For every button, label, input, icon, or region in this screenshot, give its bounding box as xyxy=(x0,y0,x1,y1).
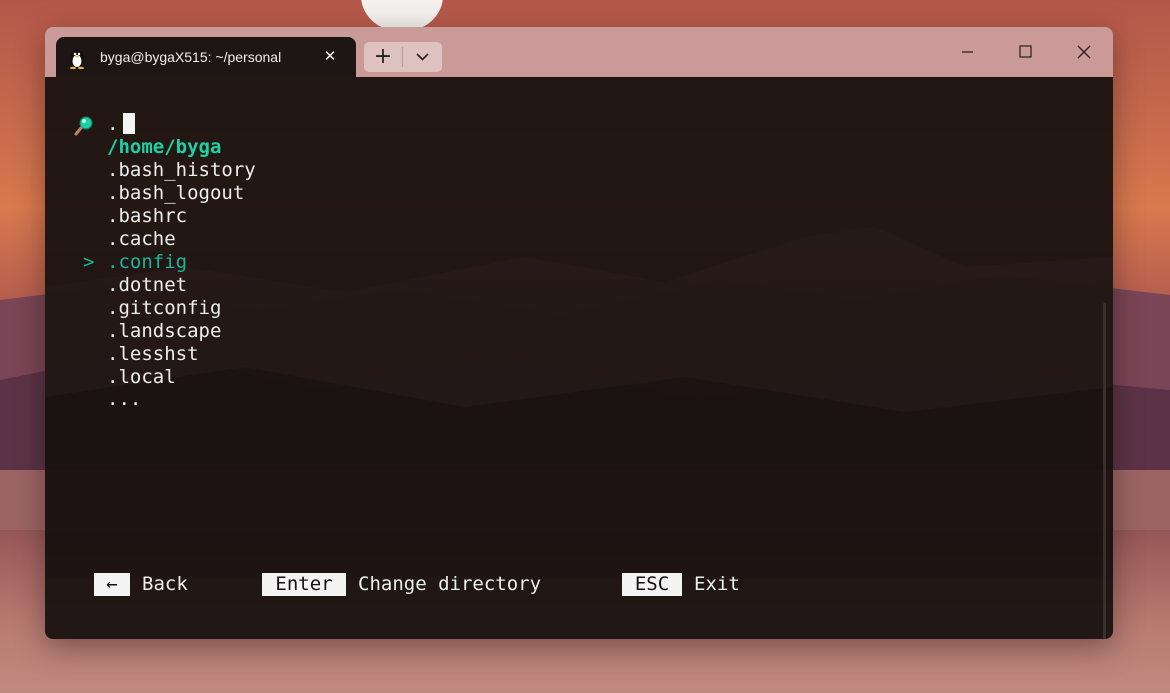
maximize-button[interactable] xyxy=(1002,35,1048,69)
list-item[interactable]: .lesshst xyxy=(107,343,199,366)
back-key: ← xyxy=(94,573,130,596)
minimize-icon xyxy=(962,51,973,53)
profiles-dropdown-button[interactable] xyxy=(403,42,442,72)
terminal-tab[interactable]: byga@bygaX515: ~/personal ✕ xyxy=(56,37,356,77)
list-item[interactable]: .bash_logout xyxy=(107,182,244,205)
new-tab-group: + xyxy=(364,42,442,72)
new-tab-button[interactable]: + xyxy=(364,42,402,72)
maximize-icon xyxy=(1019,45,1032,58)
scrollbar[interactable] xyxy=(1103,303,1106,639)
enter-label: Change directory xyxy=(358,573,542,595)
selection-marker: > xyxy=(83,251,95,273)
background-mountains xyxy=(45,227,1113,577)
list-item-selected[interactable]: .config xyxy=(107,251,187,274)
prompt-line[interactable]: . xyxy=(107,113,136,136)
search-icon xyxy=(74,116,93,136)
back-label: Back xyxy=(142,573,188,595)
list-item[interactable]: .bashrc xyxy=(107,205,187,228)
terminal-window: byga@bygaX515: ~/personal ✕ + . /home/by… xyxy=(45,27,1113,639)
esc-key: ESC xyxy=(622,573,682,596)
list-item[interactable]: .gitconfig xyxy=(107,297,221,320)
prompt-text: . xyxy=(107,113,119,135)
minimize-button[interactable] xyxy=(944,35,990,69)
list-item[interactable]: .dotnet xyxy=(107,274,187,297)
list-item[interactable]: .cache xyxy=(107,228,176,251)
more-indicator: ... xyxy=(107,388,142,410)
list-item[interactable]: .landscape xyxy=(107,320,221,343)
current-directory: /home/byga xyxy=(107,136,222,158)
chevron-down-icon xyxy=(416,53,429,61)
list-item[interactable]: .bash_history xyxy=(107,159,256,182)
close-tab-button[interactable]: ✕ xyxy=(319,45,341,67)
title-bar: byga@bygaX515: ~/personal ✕ + xyxy=(45,27,1113,77)
close-window-button[interactable] xyxy=(1061,35,1107,69)
esc-label: Exit xyxy=(694,573,740,595)
tab-title: byga@bygaX515: ~/personal xyxy=(100,49,282,65)
linux-penguin-icon xyxy=(70,50,84,69)
terminal-pane[interactable]: . /home/byga .bash_history .bash_logout … xyxy=(45,77,1113,639)
enter-key: Enter xyxy=(262,573,346,596)
close-icon xyxy=(1077,45,1091,59)
text-cursor xyxy=(123,113,136,134)
list-item[interactable]: .local xyxy=(107,366,176,389)
